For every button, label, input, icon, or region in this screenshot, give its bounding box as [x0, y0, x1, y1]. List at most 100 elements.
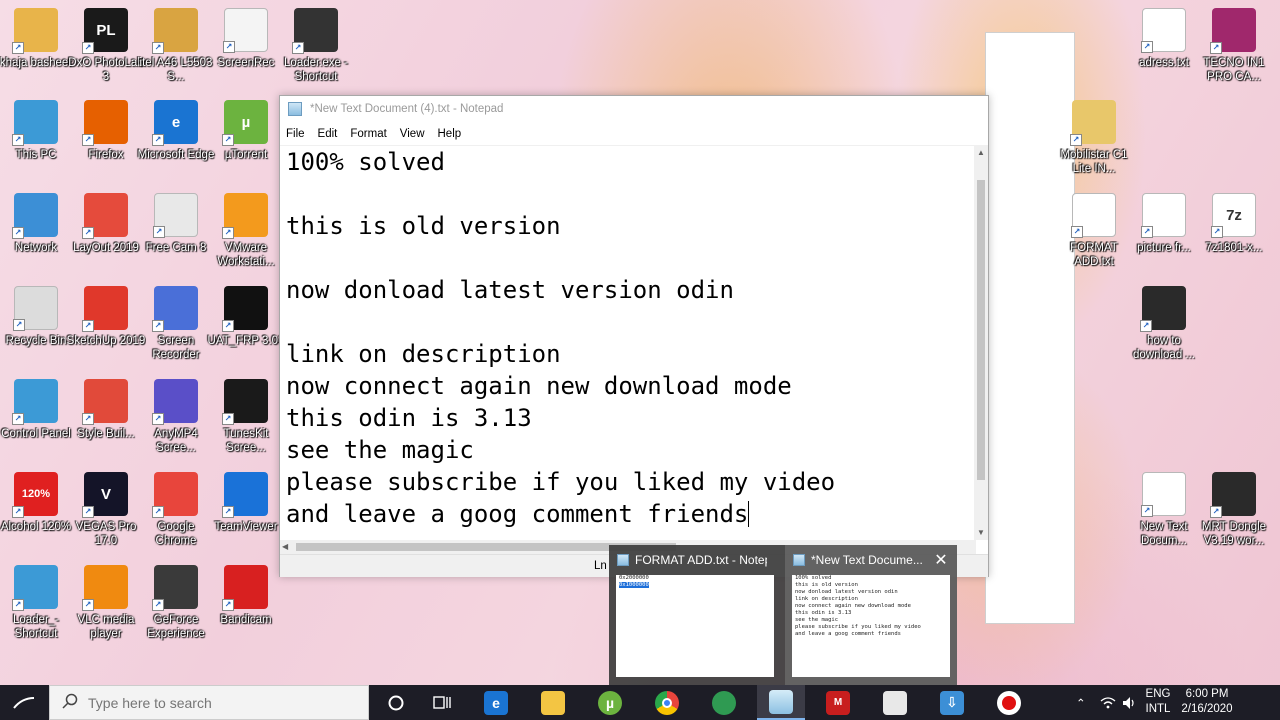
- thumbnail-format-add[interactable]: FORMAT ADD.txt - Notep... 0x2000000 0x10…: [609, 545, 781, 685]
- notepad-text-area[interactable]: 100% solved this is old version now donl…: [280, 146, 976, 540]
- alcohol-icon: 120% ↗: [12, 472, 58, 518]
- taskbar-mrt[interactable]: M: [814, 685, 862, 720]
- desktop-icon[interactable]: ↗ Control Panel: [0, 379, 72, 469]
- desktop-icon[interactable]: ↗ Style Buil...: [70, 379, 142, 469]
- taskbar-edge[interactable]: e: [472, 685, 520, 720]
- desktop-icon[interactable]: ↗ FORMAT ADD.txt: [1058, 193, 1130, 283]
- desktop-icon[interactable]: ↗ TunesKit Scree...: [210, 379, 282, 469]
- desktop-icon[interactable]: ↗ SketchUp 2019: [67, 286, 145, 376]
- menu-help[interactable]: Help: [438, 128, 462, 140]
- menu-format[interactable]: Format: [350, 128, 386, 140]
- desktop-icon[interactable]: ↗ UAT_FRP 3.01: [208, 286, 284, 376]
- screen-recorder-icon: ↗: [152, 286, 198, 332]
- this-pc-icon: ↗: [12, 100, 58, 146]
- thumbnail-preview: 100% solved this is old version now donl…: [792, 575, 950, 677]
- loader-shortcut-icon: ↗: [12, 565, 58, 611]
- taskbar-app-red[interactable]: [871, 685, 919, 720]
- scroll-down-icon[interactable]: ▼: [974, 526, 988, 540]
- desktop-icon[interactable]: 7z ↗ 7z1801-x...: [1198, 193, 1270, 283]
- menu-view[interactable]: View: [400, 128, 425, 140]
- shortcut-arrow-icon: ↗: [82, 320, 94, 332]
- desktop-icon[interactable]: ↗ Loader_-Shortcut: [0, 565, 72, 655]
- desktop-icon[interactable]: ↗ VMware Workstati...: [210, 193, 282, 283]
- desktop-icon[interactable]: ↗ Loader.exe - Shortcut: [280, 8, 352, 98]
- taskbar-bandicam[interactable]: [985, 685, 1033, 720]
- desktop-icon[interactable]: ↗ ScreenRec: [210, 8, 282, 98]
- taskbar-file-explorer[interactable]: [529, 685, 577, 720]
- scroll-left-icon[interactable]: ◀: [282, 540, 288, 554]
- vertical-scrollbar[interactable]: ▲ ▼: [974, 146, 988, 540]
- shortcut-arrow-icon: ↗: [12, 42, 24, 54]
- desktop-icon[interactable]: V ↗ VEGAS Pro 17.0: [70, 472, 142, 562]
- menu-file[interactable]: File: [286, 128, 305, 140]
- desktop-icon-label: Mobilistar C1 Lite IN...: [1060, 149, 1128, 175]
- desktop-icon-label: Screen Recorder: [152, 335, 200, 361]
- desktop-icon[interactable]: ↗ LayOut 2019: [70, 193, 142, 283]
- search-input[interactable]: [88, 694, 358, 711]
- desktop-icon[interactable]: ↗ VLC media player: [70, 565, 142, 655]
- chrome-icon: ↗: [152, 472, 198, 518]
- taskbar-utorrent[interactable]: µ: [586, 685, 634, 720]
- screenrec-icon: ↗: [223, 8, 268, 53]
- desktop-icon-label: adress.txt: [1139, 57, 1189, 69]
- notepad-window[interactable]: *New Text Document (4).txt - Notepad Fil…: [279, 95, 989, 577]
- desktop-icon[interactable]: ↗ New Text Docum...: [1128, 472, 1200, 562]
- desktop-icon[interactable]: ↗ Mobilistar C1 Lite IN...: [1058, 100, 1130, 190]
- menu-edit[interactable]: Edit: [318, 128, 338, 140]
- text-file-icon: ↗: [1071, 193, 1116, 238]
- cortana-button[interactable]: [372, 685, 420, 720]
- desktop-icon[interactable]: ↗ AnyMP4 Scree...: [140, 379, 212, 469]
- input-language[interactable]: ENG INTL: [1144, 687, 1172, 717]
- record-icon: [997, 690, 1021, 715]
- taskbar-notepad[interactable]: [757, 685, 805, 720]
- desktop-icon[interactable]: ↗ This PC: [0, 100, 72, 190]
- desktop-icon[interactable]: e ↗ Microsoft Edge: [138, 100, 214, 190]
- task-view-icon: [433, 695, 451, 709]
- desktop-icon[interactable]: ↗ Bandicam: [210, 565, 282, 655]
- desktop-icon[interactable]: ↗ khaja basheer: [0, 8, 72, 98]
- desktop-icon[interactable]: ↗ GeForce Experience: [140, 565, 212, 655]
- desktop-icon[interactable]: ↗ Recycle Bin: [0, 286, 72, 376]
- shortcut-arrow-icon: ↗: [1071, 226, 1083, 238]
- preview-line: now donload latest version odin: [795, 589, 898, 595]
- start-button[interactable]: [0, 685, 48, 720]
- desktop-icon[interactable]: ↗ Screen Recorder: [140, 286, 212, 376]
- shortcut-arrow-icon: ↗: [1210, 506, 1222, 518]
- folder-icon: ↗: [1070, 100, 1116, 146]
- desktop-icon[interactable]: ↗ TECNO IN1 PRO CA...: [1198, 8, 1270, 98]
- search-box[interactable]: [49, 685, 369, 720]
- desktop-icon[interactable]: ↗ TeamViewer: [210, 472, 282, 562]
- desktop-icon[interactable]: ↗ picture fr...: [1128, 193, 1200, 283]
- show-hidden-icons[interactable]: ⌃: [1076, 685, 1086, 720]
- desktop-icon[interactable]: PL ↗ DxO PhotoLab 3: [68, 8, 144, 98]
- wifi-button[interactable]: [1100, 685, 1116, 720]
- chrome-icon: [655, 690, 679, 715]
- taskbar-chrome[interactable]: [643, 685, 691, 720]
- desktop-icon-label: LayOut 2019: [73, 242, 139, 254]
- desktop-icon[interactable]: ↗ Free Cam 8: [140, 193, 212, 283]
- desktop-icon[interactable]: ↗ Google Chrome: [140, 472, 212, 562]
- taskbar-app-globe[interactable]: [700, 685, 748, 720]
- task-view-button[interactable]: [418, 685, 466, 720]
- vertical-scroll-thumb[interactable]: [977, 180, 985, 480]
- desktop-icon-label: DxO PhotoLab 3: [68, 57, 144, 83]
- desktop-icon-label: GeForce Experience: [147, 614, 205, 640]
- desktop-icon[interactable]: ↗ how to download ...: [1128, 286, 1200, 376]
- desktop-icon[interactable]: ↗ Network: [0, 193, 72, 283]
- volume-button[interactable]: [1122, 685, 1138, 720]
- loader-icon: ↗: [292, 8, 338, 54]
- desktop-icon[interactable]: µ ↗ µTorrent: [210, 100, 282, 190]
- desktop-icon[interactable]: ↗ Firefox: [70, 100, 142, 190]
- desktop-icon[interactable]: ↗ MRT Dongle V3.19 wor...: [1198, 472, 1270, 562]
- preview-line: and leave a goog comment friends: [795, 631, 901, 637]
- notepad-titlebar[interactable]: *New Text Document (4).txt - Notepad: [280, 96, 988, 122]
- text-line: and leave a goog comment friends: [286, 500, 749, 528]
- desktop-icon[interactable]: ↗ adress.txt: [1128, 8, 1200, 98]
- desktop-icon[interactable]: ↗ itel A46 L5503 S...: [140, 8, 212, 98]
- close-icon[interactable]: ✕: [931, 551, 951, 571]
- shortcut-arrow-icon: ↗: [1210, 42, 1222, 54]
- desktop-icon[interactable]: 120% ↗ Alcohol 120%: [0, 472, 72, 562]
- scroll-up-icon[interactable]: ▲: [974, 146, 988, 160]
- taskbar-download-app[interactable]: ⇩: [928, 685, 976, 720]
- clock[interactable]: 6:00 PM 2/16/2020: [1176, 687, 1238, 717]
